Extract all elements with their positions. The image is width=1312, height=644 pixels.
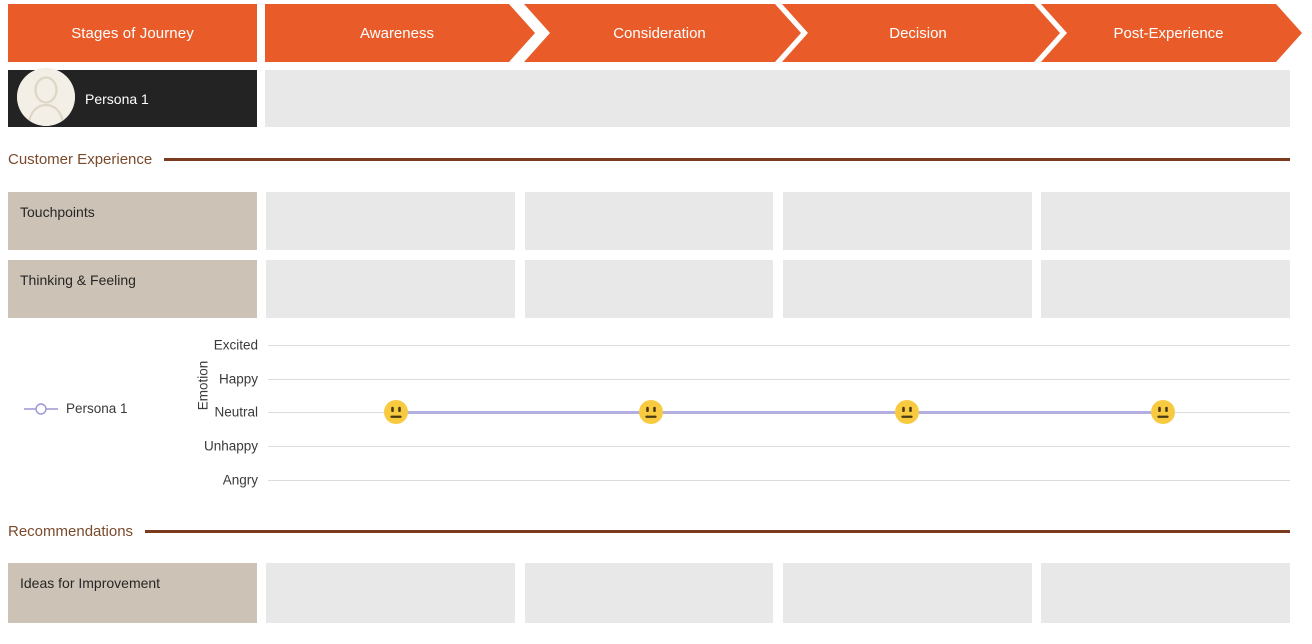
persona-name-label: Persona 1	[85, 90, 149, 107]
thinking-cell-decision[interactable]	[783, 260, 1032, 318]
persona-description-cell[interactable]	[265, 70, 1290, 127]
gridline-happy	[268, 379, 1290, 380]
section-header-customer-experience: Customer Experience	[8, 148, 1290, 170]
stage-chevron-decision[interactable]: Decision	[782, 4, 1060, 62]
stage-chevron-post-experience[interactable]: Post-Experience	[1041, 4, 1302, 62]
section-header-recommendations: Recommendations	[8, 520, 1290, 542]
row-ideas-for-improvement: Ideas for Improvement	[0, 563, 1312, 623]
ideas-cell-post-experience[interactable]	[1041, 563, 1290, 623]
stages-of-journey-header: Stages of Journey	[8, 4, 257, 62]
emotion-marker-post-experience[interactable]	[1150, 399, 1176, 425]
emotion-marker-consideration[interactable]	[638, 399, 664, 425]
stage-label-post-experience: Post-Experience	[1113, 24, 1224, 42]
series-line-persona-1	[396, 411, 1163, 414]
touchpoints-cell-consideration[interactable]	[525, 192, 773, 250]
section-divider-rule-recommendations	[145, 529, 1290, 533]
stage-label-decision: Decision	[889, 24, 947, 42]
y-tick-excited: Excited	[213, 337, 258, 353]
y-tick-angry: Angry	[222, 472, 258, 488]
person-silhouette-icon	[17, 68, 75, 126]
gridline-unhappy	[268, 446, 1290, 447]
persona-row: Persona 1	[0, 68, 1312, 127]
row-label-thinking-and-feeling: Thinking & Feeling	[8, 260, 257, 318]
stage-chevron-awareness[interactable]: Awareness	[265, 4, 535, 62]
chart-legend: Persona 1	[24, 401, 128, 416]
legend-label-persona-1: Persona 1	[66, 401, 128, 416]
emotion-marker-awareness[interactable]	[383, 399, 409, 425]
gridline-excited	[268, 345, 1290, 346]
stage-label-awareness: Awareness	[360, 24, 434, 42]
touchpoints-cell-decision[interactable]	[783, 192, 1032, 250]
stage-chevron-consideration[interactable]: Consideration	[524, 4, 801, 62]
chart-plot-area	[268, 326, 1290, 501]
stage-label-consideration: Consideration	[613, 24, 706, 42]
thinking-cell-awareness[interactable]	[266, 260, 515, 318]
persona-card[interactable]: Persona 1	[8, 68, 257, 127]
row-label-ideas-for-improvement: Ideas for Improvement	[8, 563, 257, 623]
row-label-touchpoints: Touchpoints	[8, 192, 257, 250]
y-tick-unhappy: Unhappy	[203, 438, 258, 454]
ideas-cell-decision[interactable]	[783, 563, 1032, 623]
journey-map-canvas: Stages of Journey Awareness Consideratio…	[0, 0, 1312, 644]
row-thinking-and-feeling: Thinking & Feeling	[0, 260, 1312, 318]
y-tick-happy: Happy	[218, 371, 258, 387]
emotion-marker-decision[interactable]	[894, 399, 920, 425]
stages-header-row: Stages of Journey Awareness Consideratio…	[0, 4, 1312, 62]
thinking-cell-consideration[interactable]	[525, 260, 773, 318]
ideas-cell-consideration[interactable]	[525, 563, 773, 623]
ideas-cell-awareness[interactable]	[266, 563, 515, 623]
section-title-recommendations: Recommendations	[8, 522, 134, 540]
section-divider-rule	[164, 157, 1290, 161]
thinking-cell-post-experience[interactable]	[1041, 260, 1290, 318]
touchpoints-cell-awareness[interactable]	[266, 192, 515, 250]
emotion-chart: Persona 1 Emotion Excited Happy Neutral …	[0, 326, 1312, 501]
legend-line-marker-icon	[24, 402, 58, 416]
stages-of-journey-label: Stages of Journey	[71, 24, 194, 42]
y-axis-tick-labels: Excited Happy Neutral Unhappy Angry	[150, 326, 262, 501]
section-title-customer-experience: Customer Experience	[8, 150, 153, 168]
row-touchpoints: Touchpoints	[0, 192, 1312, 250]
touchpoints-cell-post-experience[interactable]	[1041, 192, 1290, 250]
gridline-angry	[268, 480, 1290, 481]
y-tick-neutral: Neutral	[214, 404, 258, 420]
